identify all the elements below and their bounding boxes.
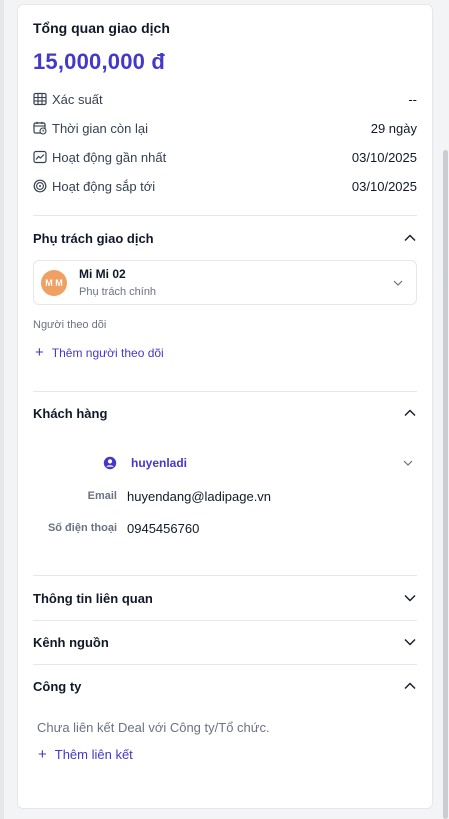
source-channel-section-header[interactable]: Kênh nguồn xyxy=(33,632,417,652)
chevron-down-icon xyxy=(404,639,416,646)
avatar: M M xyxy=(41,269,67,296)
phone-value[interactable]: 0945456760 xyxy=(127,521,199,536)
chevron-down-icon xyxy=(404,595,416,602)
section-title: Khách hàng xyxy=(33,405,108,421)
target-icon xyxy=(33,179,47,193)
scrollbar-track[interactable] xyxy=(441,0,449,819)
related-info-section-header[interactable]: Thông tin liên quan xyxy=(33,588,417,608)
table-icon xyxy=(33,92,47,106)
section-title: Kênh nguồn xyxy=(33,634,109,650)
divider xyxy=(33,664,417,665)
calendar-clock-icon xyxy=(33,121,47,135)
followers-label: Người theo dõi xyxy=(33,319,107,331)
stat-value: 03/10/2025 xyxy=(351,149,417,165)
phone-field: Số điện thoại 0945456760 xyxy=(33,518,417,538)
section-title: Công ty xyxy=(33,678,82,694)
add-company-link-label: Thêm liên kết xyxy=(54,747,133,762)
customer-section-header[interactable]: Khách hàng xyxy=(33,403,417,423)
stat-label: Xác suất xyxy=(52,91,103,107)
company-section-header[interactable]: Công ty xyxy=(33,676,417,696)
email-value[interactable]: huyendang@ladipage.vn xyxy=(127,489,271,504)
chevron-up-icon xyxy=(404,409,416,416)
plus-icon: + xyxy=(35,344,44,361)
company-empty-note: Chưa liên kết Deal với Công ty/Tổ chức. xyxy=(37,720,270,735)
divider xyxy=(33,215,417,216)
plus-icon: + xyxy=(38,746,47,763)
stat-last-activity: Hoạt động gần nhất 03/10/2025 xyxy=(33,147,417,167)
divider xyxy=(33,391,417,392)
user-circle-icon xyxy=(103,456,117,470)
assignee-name: Mi Mi 02 xyxy=(79,267,126,281)
email-label: Email xyxy=(87,490,117,502)
add-follower-label: Thêm người theo dõi xyxy=(51,345,164,360)
phone-label: Số điện thoại xyxy=(47,522,117,534)
assignee-section-header[interactable]: Phụ trách giao dịch xyxy=(33,228,417,248)
chevron-down-icon xyxy=(393,280,403,286)
stat-probability: Xác suất -- xyxy=(33,89,417,109)
scrollbar-thumb[interactable] xyxy=(443,150,448,819)
chevron-down-icon xyxy=(403,460,413,466)
left-edge xyxy=(0,0,4,819)
deal-amount: 15,000,000 đ xyxy=(33,49,166,74)
customer-name: huyenladi xyxy=(131,456,188,470)
chevron-up-icon xyxy=(404,682,416,689)
divider xyxy=(33,620,417,621)
assignee-select[interactable]: M M Mi Mi 02 Phụ trách chính xyxy=(33,260,417,305)
section-title: Thông tin liên quan xyxy=(33,590,153,606)
assignee-role: Phụ trách chính xyxy=(79,286,157,298)
stat-value: 29 ngày xyxy=(370,120,417,136)
add-company-link-button[interactable]: + Thêm liên kết xyxy=(38,747,133,762)
stat-time-remaining: Thời gian còn lại 29 ngày xyxy=(33,118,417,138)
stat-label: Thời gian còn lại xyxy=(52,120,148,136)
customer-select[interactable]: huyenladi xyxy=(103,453,417,473)
stat-value: 03/10/2025 xyxy=(351,178,417,194)
chevron-up-icon xyxy=(404,234,416,241)
stat-label: Hoạt động gần nhất xyxy=(52,149,167,165)
activity-chart-icon xyxy=(33,150,47,164)
stat-next-activity: Hoạt động sắp tới 03/10/2025 xyxy=(33,176,417,196)
stat-label: Hoạt động sắp tới xyxy=(52,178,156,194)
email-field: Email huyendang@ladipage.vn xyxy=(33,486,417,506)
stat-value: -- xyxy=(408,91,417,107)
section-title: Phụ trách giao dịch xyxy=(33,230,154,246)
deal-side-panel: Tổng quan giao dịch 15,000,000 đ Xác suấ… xyxy=(17,4,433,809)
add-follower-button[interactable]: + Thêm người theo dõi xyxy=(35,345,164,360)
divider xyxy=(33,575,417,576)
overview-title: Tổng quan giao dịch xyxy=(33,20,170,36)
